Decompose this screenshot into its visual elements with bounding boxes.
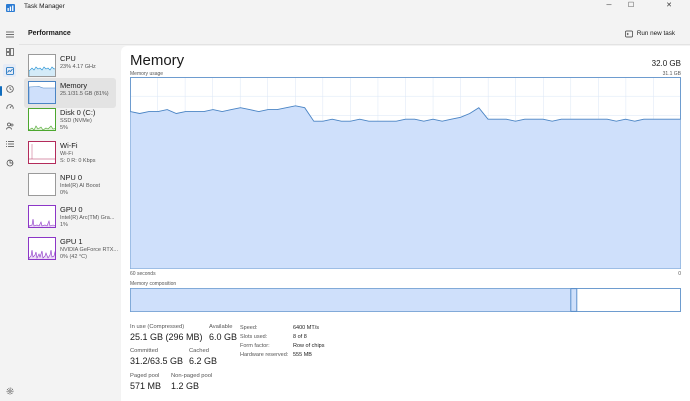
committed-label: Committed xyxy=(130,348,159,354)
page-title: Performance xyxy=(28,30,71,37)
tile-subtitle: 23% 4.17 GHz xyxy=(60,64,96,70)
tile-subtitle-2: 0% xyxy=(60,190,68,196)
history-icon xyxy=(5,84,14,93)
wifi-thumbnail xyxy=(28,141,56,164)
hardware-reserved-value: 555 MB xyxy=(293,352,312,358)
time-axis-right: 0 xyxy=(678,271,681,277)
maximize-button[interactable]: ☐ xyxy=(618,0,644,14)
time-axis-left: 60 seconds xyxy=(130,271,156,277)
memory-composition-bar xyxy=(130,288,681,312)
cached-label: Cached xyxy=(189,348,209,354)
performance-icon xyxy=(5,66,14,75)
memory-thumbnail xyxy=(28,81,56,104)
nav-users-button[interactable] xyxy=(3,119,16,132)
hardware-reserved-label: Hardware reserved: xyxy=(240,352,289,358)
tile-subtitle-2: S: 0 R: 0 Kbps xyxy=(60,158,96,164)
nonpaged-pool-label: Non-paged pool xyxy=(171,373,213,379)
paged-pool-label: Paged pool xyxy=(130,373,160,379)
composition-in-use xyxy=(130,288,571,312)
memory-title: Memory xyxy=(130,52,185,69)
tile-title: Disk 0 (C:) xyxy=(60,108,96,117)
tile-subtitle: SSD (NVMe) xyxy=(60,118,92,124)
tile-disk[interactable]: Disk 0 (C:) SSD (NVMe) 5% xyxy=(24,105,116,135)
title-bar: Task Manager ─ ☐ ✕ xyxy=(0,0,690,16)
tile-title: GPU 0 xyxy=(60,205,83,214)
nav-services-button[interactable] xyxy=(3,156,16,169)
navigation-rail xyxy=(0,22,19,401)
form-factor-value: Row of chips xyxy=(293,343,325,349)
tile-wifi[interactable]: Wi-Fi Wi-Fi S: 0 R: 0 Kbps xyxy=(24,138,116,168)
tile-title: Wi-Fi xyxy=(60,141,78,150)
speed-value: 6400 MT/s xyxy=(293,325,319,331)
memory-detail-panel: Memory 32.0 GB Memory usage 31.1 GB 60 s… xyxy=(121,46,690,401)
hamburger-menu-button[interactable] xyxy=(3,28,16,41)
npu-thumbnail xyxy=(28,173,56,196)
tile-subtitle-2: 5% xyxy=(60,125,68,131)
gpu0-thumbnail xyxy=(28,205,56,228)
cached-value: 6.2 GB xyxy=(189,356,218,366)
paged-pool-value: 571 MB xyxy=(130,381,162,391)
tile-gpu-0[interactable]: GPU 0 Intel(R) Arc(TM) Gra... 1% xyxy=(24,202,116,232)
memory-usage-graph xyxy=(130,77,681,269)
run-task-icon xyxy=(624,30,633,37)
slots-value: 8 of 8 xyxy=(293,334,307,340)
available-value: 6.0 GB xyxy=(209,332,238,342)
tile-cpu[interactable]: CPU 23% 4.17 GHz xyxy=(24,51,116,81)
close-button[interactable]: ✕ xyxy=(656,0,682,14)
tile-title: CPU xyxy=(60,54,76,63)
tile-title: NPU 0 xyxy=(60,173,83,182)
tile-subtitle: NVIDIA GeForce RTX... xyxy=(60,247,118,253)
details-list-icon xyxy=(5,140,14,147)
tile-subtitle: Intel(R) Arc(TM) Gra... xyxy=(60,215,115,221)
task-manager-icon xyxy=(6,4,15,12)
nav-startup-apps-button[interactable] xyxy=(3,100,16,113)
header-bar: Performance Run new task xyxy=(19,22,690,45)
cpu-thumbnail xyxy=(28,54,56,77)
available-label: Available xyxy=(209,324,233,330)
tile-subtitle-2: 0% (42 °C) xyxy=(60,254,87,260)
speedometer-icon xyxy=(5,103,14,109)
run-new-task-button[interactable]: Run new task xyxy=(624,27,675,40)
tile-npu[interactable]: NPU 0 Intel(R) AI Boost 0% xyxy=(24,170,116,200)
composition-label: Memory composition xyxy=(130,281,177,287)
active-indicator xyxy=(0,86,2,96)
composition-modified xyxy=(570,288,578,312)
services-icon xyxy=(6,159,13,166)
tile-gpu-1[interactable]: GPU 1 NVIDIA GeForce RTX... 0% (42 °C) xyxy=(24,234,118,264)
in-use-label: In use (Compressed) xyxy=(130,324,185,330)
users-icon xyxy=(5,122,13,130)
window-title: Task Manager xyxy=(24,3,65,10)
usage-area xyxy=(130,105,681,269)
tile-memory[interactable]: Memory 25.1/31.5 GB (81%) xyxy=(24,78,116,108)
speed-label: Speed: xyxy=(240,325,258,331)
tile-title: GPU 1 xyxy=(60,237,83,246)
tile-subtitle: Intel(R) AI Boost xyxy=(60,183,101,189)
run-new-task-label: Run new task xyxy=(636,30,675,37)
gear-icon xyxy=(6,387,13,394)
processes-icon xyxy=(5,47,14,56)
tile-subtitle: 25.1/31.5 GB (81%) xyxy=(60,91,109,97)
nav-details-button[interactable] xyxy=(3,137,16,150)
gpu1-thumbnail xyxy=(28,237,56,260)
nav-performance-button[interactable] xyxy=(3,64,16,77)
nav-app-history-button[interactable] xyxy=(3,82,16,95)
nonpaged-pool-value: 1.2 GB xyxy=(171,381,200,391)
nav-processes-button[interactable] xyxy=(3,45,16,58)
nav-settings-button[interactable] xyxy=(3,384,16,397)
tile-subtitle-2: 1% xyxy=(60,222,68,228)
in-use-value: 25.1 GB (296 MB) xyxy=(130,332,203,342)
committed-value: 31.2/63.5 GB xyxy=(130,356,184,366)
memory-total: 32.0 GB xyxy=(651,59,681,68)
hamburger-icon xyxy=(5,31,14,38)
resource-list: CPU 23% 4.17 GHz Memory 25.1/31.5 GB (81… xyxy=(19,46,120,401)
slots-label: Slots used: xyxy=(240,334,268,340)
disk-thumbnail xyxy=(28,108,56,131)
form-factor-label: Form factor: xyxy=(240,343,270,349)
tile-subtitle: Wi-Fi xyxy=(60,151,73,157)
tile-title: Memory xyxy=(60,81,88,90)
